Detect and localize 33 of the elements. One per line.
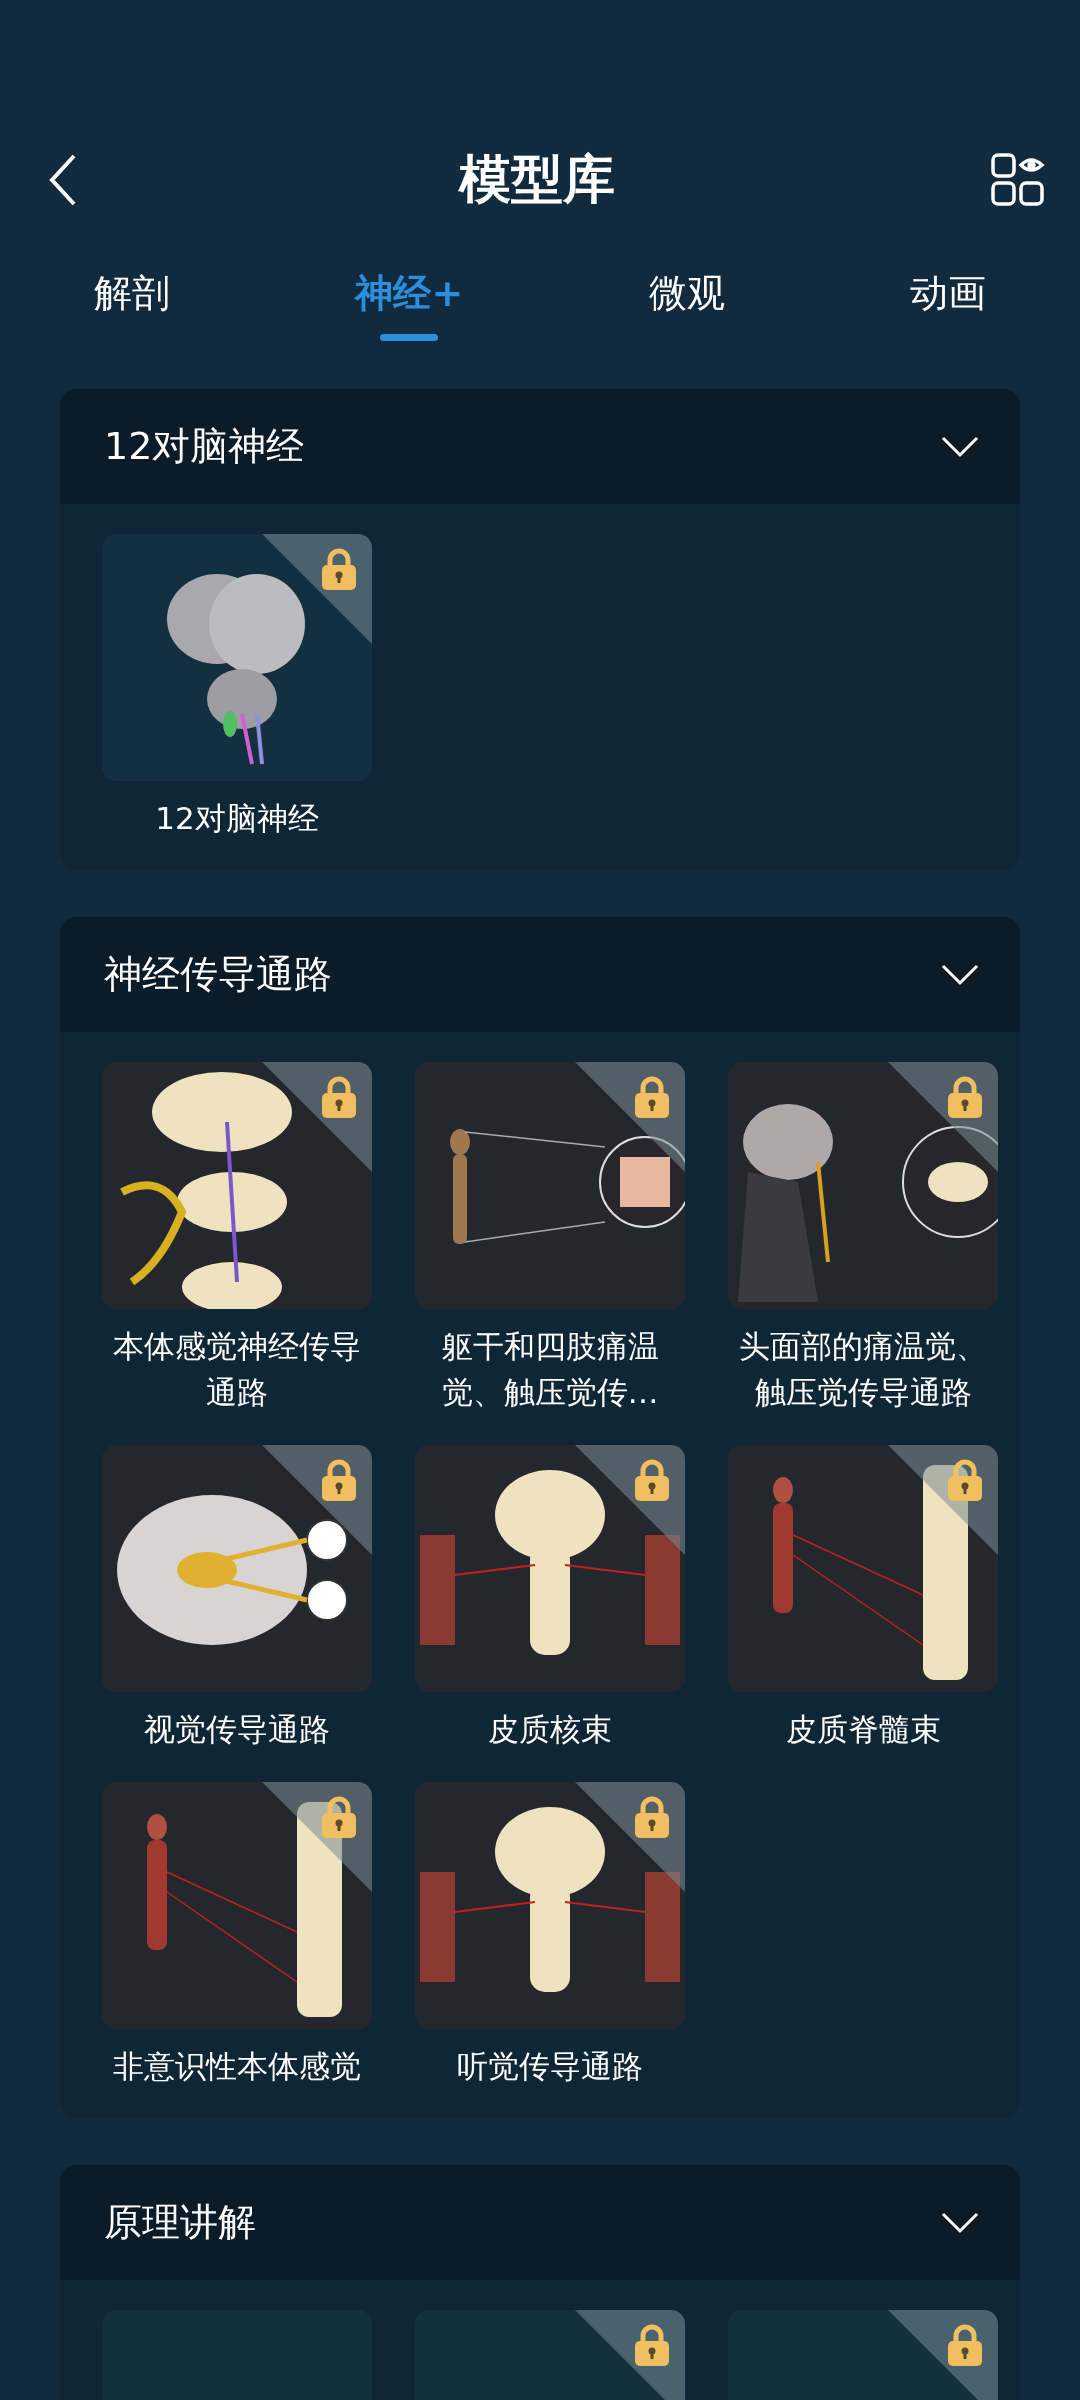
model-name: 躯干和四肢痛温觉、触压觉传… <box>440 1327 660 1412</box>
lock-icon <box>320 1459 358 1501</box>
section-title: 原理讲解 <box>104 2199 256 2246</box>
lock-icon <box>633 1459 671 1501</box>
lock-icon <box>320 1796 358 1838</box>
model-name: 头面部的痛温觉、触压觉传导通路 <box>738 1327 988 1412</box>
lock-icon <box>320 548 358 590</box>
chevron-down-icon[interactable] <box>940 962 980 987</box>
lock-icon <box>633 1076 671 1118</box>
tab[interactable]: 微观 <box>642 262 731 341</box>
lock-icon <box>946 2324 984 2366</box>
chevron-down-icon[interactable] <box>940 434 980 459</box>
lock-icon <box>946 1459 984 1501</box>
model-name: 本体感觉神经传导通路 <box>112 1327 362 1412</box>
section-title: 12对脑神经 <box>104 423 305 470</box>
lock-icon <box>946 1076 984 1118</box>
tab[interactable]: 解剖 <box>88 262 176 341</box>
model-name: 视觉传导通路 <box>143 1710 331 1749</box>
page-title: 模型库 <box>459 148 615 211</box>
lock-icon <box>320 1076 358 1118</box>
model-name: 皮质核束 <box>487 1710 613 1749</box>
view-mode-button[interactable] <box>990 152 1046 208</box>
model-name: 12对脑神经 <box>154 799 320 838</box>
lock-icon <box>633 1796 671 1838</box>
grid-eye-icon <box>990 152 1046 208</box>
model-name: 听觉传导通路 <box>456 2047 644 2086</box>
chevron-down-icon[interactable] <box>940 2210 980 2235</box>
section-title: 神经传导通路 <box>104 951 332 998</box>
tab[interactable]: 动画 <box>903 262 992 341</box>
tab[interactable]: 神经+ <box>349 262 470 341</box>
model-name: 非意识性本体感觉 <box>112 2047 362 2086</box>
lock-icon <box>633 2324 671 2366</box>
model-name: 皮质脊髓束 <box>784 1710 942 1749</box>
